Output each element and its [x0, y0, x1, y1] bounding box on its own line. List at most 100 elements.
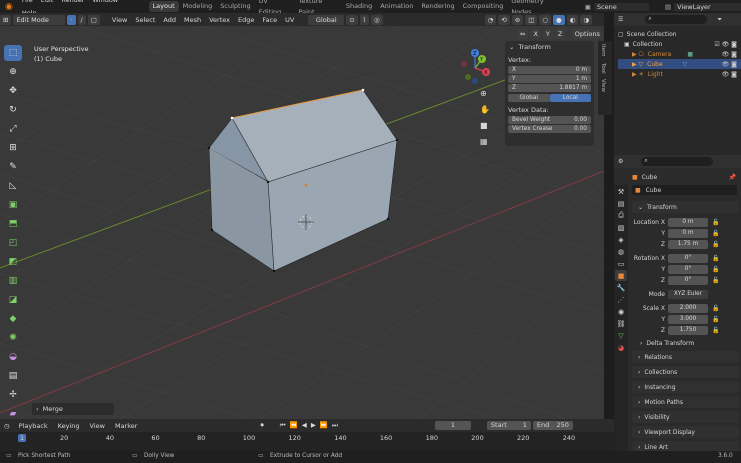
playback-controls[interactable]: ⏮ ⏪ ◀ ▶ ⏩ ⏭	[280, 421, 339, 430]
global-button[interactable]: Global	[508, 94, 550, 102]
scale-y-lock-icon[interactable]: 🔓	[712, 316, 719, 323]
cube-eye-icon[interactable]: 👁 ◙	[722, 61, 737, 68]
pin-icon[interactable]: 📌	[729, 174, 736, 181]
scene-name[interactable]: Scene	[593, 2, 650, 11]
scene-collection-row[interactable]: ▢ Scene Collection	[618, 29, 741, 39]
vertex-select-icon[interactable]: ·	[67, 14, 76, 25]
navigation-gizmo[interactable]: X Y Z	[455, 48, 495, 88]
blender-logo-icon[interactable]: ◉	[0, 2, 18, 12]
mirror-axis-icon[interactable]: ⇔	[517, 29, 529, 39]
pan-hand-icon[interactable]: ✋	[480, 105, 494, 121]
editor-type-icon[interactable]: ⊞	[0, 14, 12, 25]
timeline-menu-keying[interactable]: Keying	[53, 422, 85, 430]
outliner-editor-icon[interactable]: ☰	[614, 16, 627, 23]
loop-cut-icon[interactable]: ▥	[4, 273, 22, 289]
material-tab-icon[interactable]: ◕	[615, 342, 627, 353]
orientation-dropdown[interactable]: Global	[308, 14, 345, 25]
viewport-menu-select[interactable]: Select	[131, 16, 159, 24]
local-button[interactable]: Local	[549, 94, 591, 102]
vertex-z-field[interactable]: Z 1.8817 m	[508, 84, 591, 92]
solid-shading-icon[interactable]: ●	[553, 14, 565, 25]
section-motion-paths[interactable]: › Motion Paths	[632, 396, 739, 408]
transform-icon[interactable]: ⊞	[4, 140, 22, 156]
material-shading-icon[interactable]: ◐	[566, 14, 579, 25]
workspace-tab-rendering[interactable]: Rendering	[417, 1, 458, 12]
section-collections[interactable]: › Collections	[632, 366, 739, 378]
mode-dropdown[interactable]: Edit Mode	[13, 14, 66, 25]
properties-search-field[interactable]: ⌕	[641, 157, 714, 166]
rotation-y-lock-icon[interactable]: 🔓	[712, 266, 719, 273]
object-tab-icon[interactable]: ■	[615, 270, 627, 281]
smooth-icon[interactable]: ◒	[4, 349, 22, 365]
record-icon[interactable]: ⏺	[260, 421, 263, 430]
timeline-menu-view[interactable]: View	[85, 422, 110, 430]
move-icon[interactable]: ✥	[4, 83, 22, 99]
location-y-field[interactable]: 0 m	[668, 228, 708, 238]
location-z-field[interactable]: 1.75 m	[668, 239, 708, 249]
viewport-menu-vertex[interactable]: Vertex	[205, 16, 234, 24]
physics-tab-icon[interactable]: ◉	[615, 306, 627, 317]
current-frame-field[interactable]: 1	[434, 421, 471, 430]
shrink-icon[interactable]: ✢	[4, 387, 22, 403]
rotation-mode-dropdown[interactable]: XYZ Euler	[668, 289, 708, 299]
collection-tab-icon[interactable]: ▭	[615, 258, 627, 269]
xray-icon[interactable]: ◫	[525, 14, 538, 25]
edge-slide-icon[interactable]: ▤	[4, 368, 22, 384]
location-z-lock-icon[interactable]: 🔓	[712, 241, 719, 248]
ortho-grid-icon[interactable]: ▦	[480, 137, 494, 153]
tool-tab-icon[interactable]: ⚒	[615, 186, 627, 197]
annotate-icon[interactable]: ✎	[4, 159, 22, 175]
scale-z-lock-icon[interactable]: 🔓	[712, 327, 719, 334]
scale-icon[interactable]: ⤢	[4, 121, 22, 137]
scale-x-field[interactable]: 2.000	[668, 303, 708, 313]
scale-z-field[interactable]: 1.750	[668, 325, 708, 335]
light-eye-icon[interactable]: 👁 ◙	[722, 71, 737, 78]
face-select-icon[interactable]: ▢	[87, 14, 100, 25]
location-x-lock-icon[interactable]: 🔓	[712, 219, 719, 226]
zoom-icon[interactable]: ⊕	[480, 89, 494, 105]
menu-render[interactable]: Render	[57, 0, 88, 7]
workspace-tab-shading[interactable]: Shading	[342, 1, 376, 12]
vertex-y-field[interactable]: Y 1 m	[508, 75, 591, 83]
rotation-z-lock-icon[interactable]: 🔓	[712, 277, 719, 284]
camera-view-icon[interactable]: ■	[480, 121, 494, 137]
workspace-tab-modeling[interactable]: Modeling	[179, 1, 217, 12]
output-tab-icon[interactable]: ⎙	[615, 210, 627, 221]
rendered-shading-icon[interactable]: ◑	[580, 14, 593, 25]
bevel-icon[interactable]: ◩	[4, 254, 22, 270]
workspace-tab-sculpting[interactable]: Sculpting	[216, 1, 254, 12]
viewport-menu-face[interactable]: Face	[258, 16, 281, 24]
inset-icon[interactable]: ◰	[4, 235, 22, 251]
timeline-menu-playback[interactable]: Playback	[14, 422, 53, 430]
rotation-y-field[interactable]: 0°	[668, 264, 708, 274]
workspace-tab-animation[interactable]: Animation	[376, 1, 417, 12]
transform-section[interactable]: ⌄ Transform	[632, 201, 739, 213]
constraints-tab-icon[interactable]: ⛓	[615, 318, 627, 329]
collection-row[interactable]: ▣ Collection ☑ 👁 ◙	[618, 39, 741, 49]
workspace-tab-compositing[interactable]: Compositing	[459, 1, 508, 12]
start-frame-field[interactable]: Start 1	[486, 421, 531, 430]
section-relations[interactable]: › Relations	[632, 351, 739, 363]
view-layer-tab-icon[interactable]: ▨	[615, 222, 627, 233]
tab-item[interactable]: Item	[598, 41, 608, 60]
outliner-item-light[interactable]: ▶ ☀ Light 👁 ◙	[618, 69, 741, 79]
axis-y-toggle[interactable]: Y	[542, 29, 553, 39]
cursor-icon[interactable]: ⊕	[4, 64, 22, 80]
outliner-item-camera[interactable]: ▶ ⎔ Camera ■ 👁 ◙	[618, 49, 741, 59]
menu-window[interactable]: Window	[88, 0, 122, 7]
world-tab-icon[interactable]: ◍	[615, 246, 627, 257]
cube-mesh[interactable]	[207, 88, 399, 273]
viewlayer-name[interactable]: ViewLayer	[674, 2, 741, 11]
object-name-field[interactable]: ■ Cube	[632, 185, 737, 195]
scale-y-field[interactable]: 3.000	[668, 314, 708, 324]
viewport-menu-uv[interactable]: UV	[281, 16, 298, 24]
edge-select-icon[interactable]: /	[77, 14, 86, 25]
section-viewport-display[interactable]: › Viewport Display	[632, 426, 739, 438]
rotate-icon[interactable]: ↻	[4, 102, 22, 118]
vertex-crease-field[interactable]: Vertex Crease 0.00	[508, 125, 591, 133]
camera-eye-icon[interactable]: 👁 ◙	[722, 51, 737, 58]
render-tab-icon[interactable]: ▤	[615, 198, 627, 209]
rotation-z-field[interactable]: 0°	[668, 275, 708, 285]
timeline-ruler[interactable]: 1 20 40 60 80 100 120 140 160 180 200 220 240	[0, 434, 614, 444]
measure-icon[interactable]: ◺	[4, 178, 22, 194]
